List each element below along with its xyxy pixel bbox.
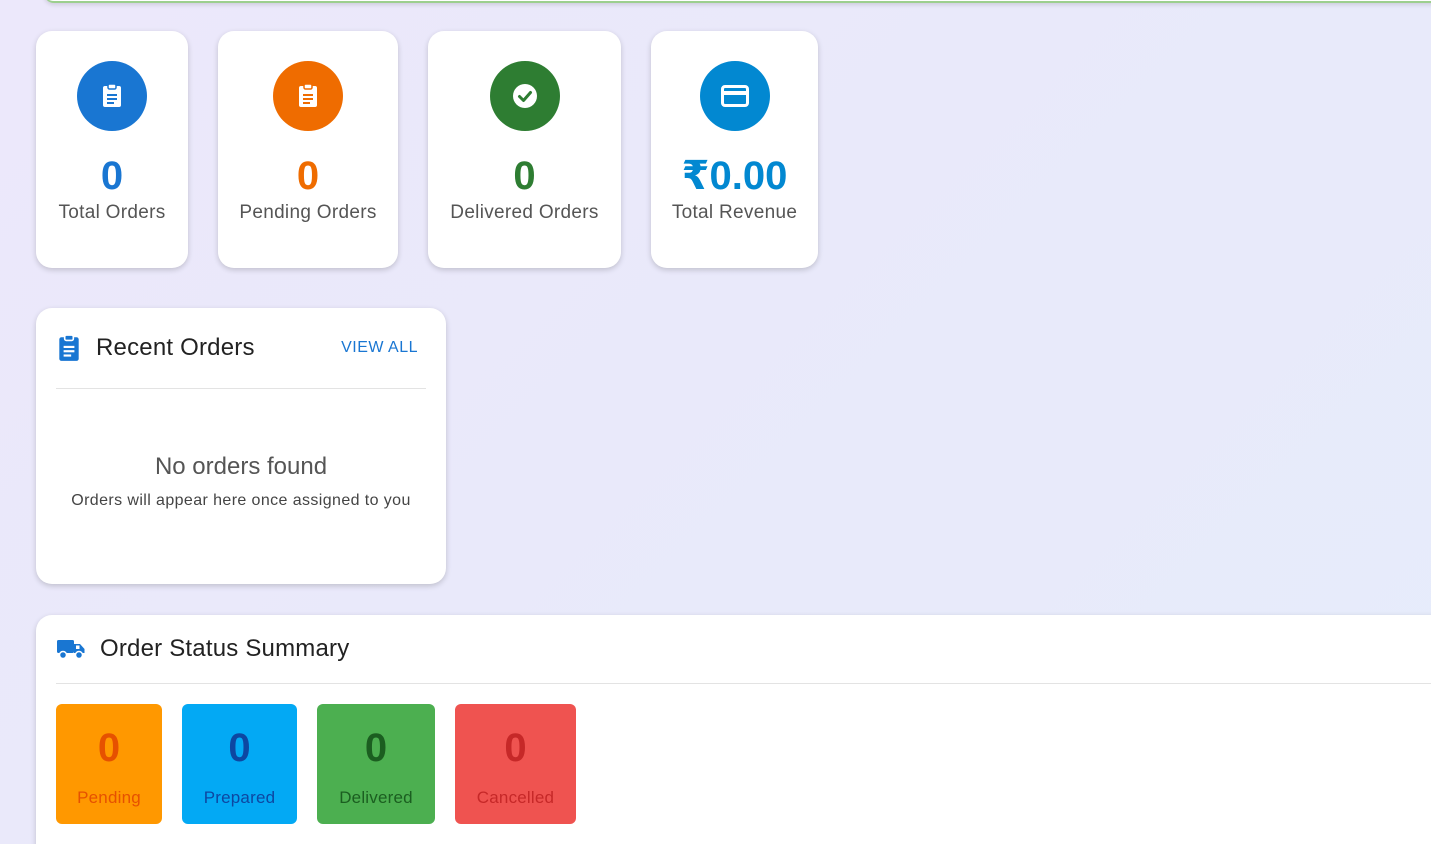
pending-count: 0 [97, 726, 121, 770]
total-orders-value: 0 [100, 154, 124, 198]
clipboard-icon [273, 61, 343, 131]
total-orders-card: 0 Total Orders [36, 31, 188, 268]
recent-orders-panel: Recent Orders VIEW ALL No orders found O… [36, 308, 446, 584]
pending-orders-card: 0 Pending Orders [218, 31, 398, 268]
truck-icon [56, 638, 86, 660]
view-all-button[interactable]: VIEW ALL [341, 339, 418, 357]
status-tile-cancelled: 0 Cancelled [455, 704, 576, 824]
order-status-summary-title: Order Status Summary [100, 635, 350, 662]
delivered-count: 0 [364, 726, 388, 770]
delivered-orders-label: Delivered Orders [450, 202, 599, 223]
top-header-bar [44, 0, 1431, 3]
recent-orders-title: Recent Orders [96, 334, 255, 361]
prepared-label: Prepared [203, 788, 276, 807]
total-revenue-value: ₹0.00 [681, 154, 788, 198]
cancelled-count: 0 [504, 726, 527, 770]
empty-state-subtitle: Orders will appear here once assigned to… [71, 492, 411, 509]
prepared-count: 0 [228, 726, 251, 770]
total-orders-label: Total Orders [58, 202, 166, 223]
total-revenue-card: ₹0.00 Total Revenue [651, 31, 818, 268]
empty-state-title: No orders found [154, 453, 328, 480]
status-tile-delivered: 0 Delivered [317, 704, 435, 824]
delivered-orders-value: 0 [513, 154, 536, 198]
delivered-label: Delivered [339, 788, 413, 807]
pending-orders-label: Pending Orders [239, 202, 377, 223]
clipboard-icon [77, 61, 147, 131]
pending-label: Pending [77, 788, 141, 807]
order-status-summary-header: Order Status Summary [56, 615, 1431, 684]
total-revenue-label: Total Revenue [671, 202, 798, 223]
status-tile-prepared: 0 Prepared [182, 704, 297, 824]
pending-orders-value: 0 [296, 154, 320, 198]
cancelled-label: Cancelled [476, 788, 555, 807]
check-circle-icon [489, 61, 560, 131]
recent-orders-header: Recent Orders VIEW ALL [56, 308, 426, 389]
delivered-orders-card: 0 Delivered Orders [428, 31, 621, 268]
status-tile-pending: 0 Pending [56, 704, 162, 824]
clipboard-icon [56, 334, 82, 362]
credit-card-icon [699, 61, 770, 131]
